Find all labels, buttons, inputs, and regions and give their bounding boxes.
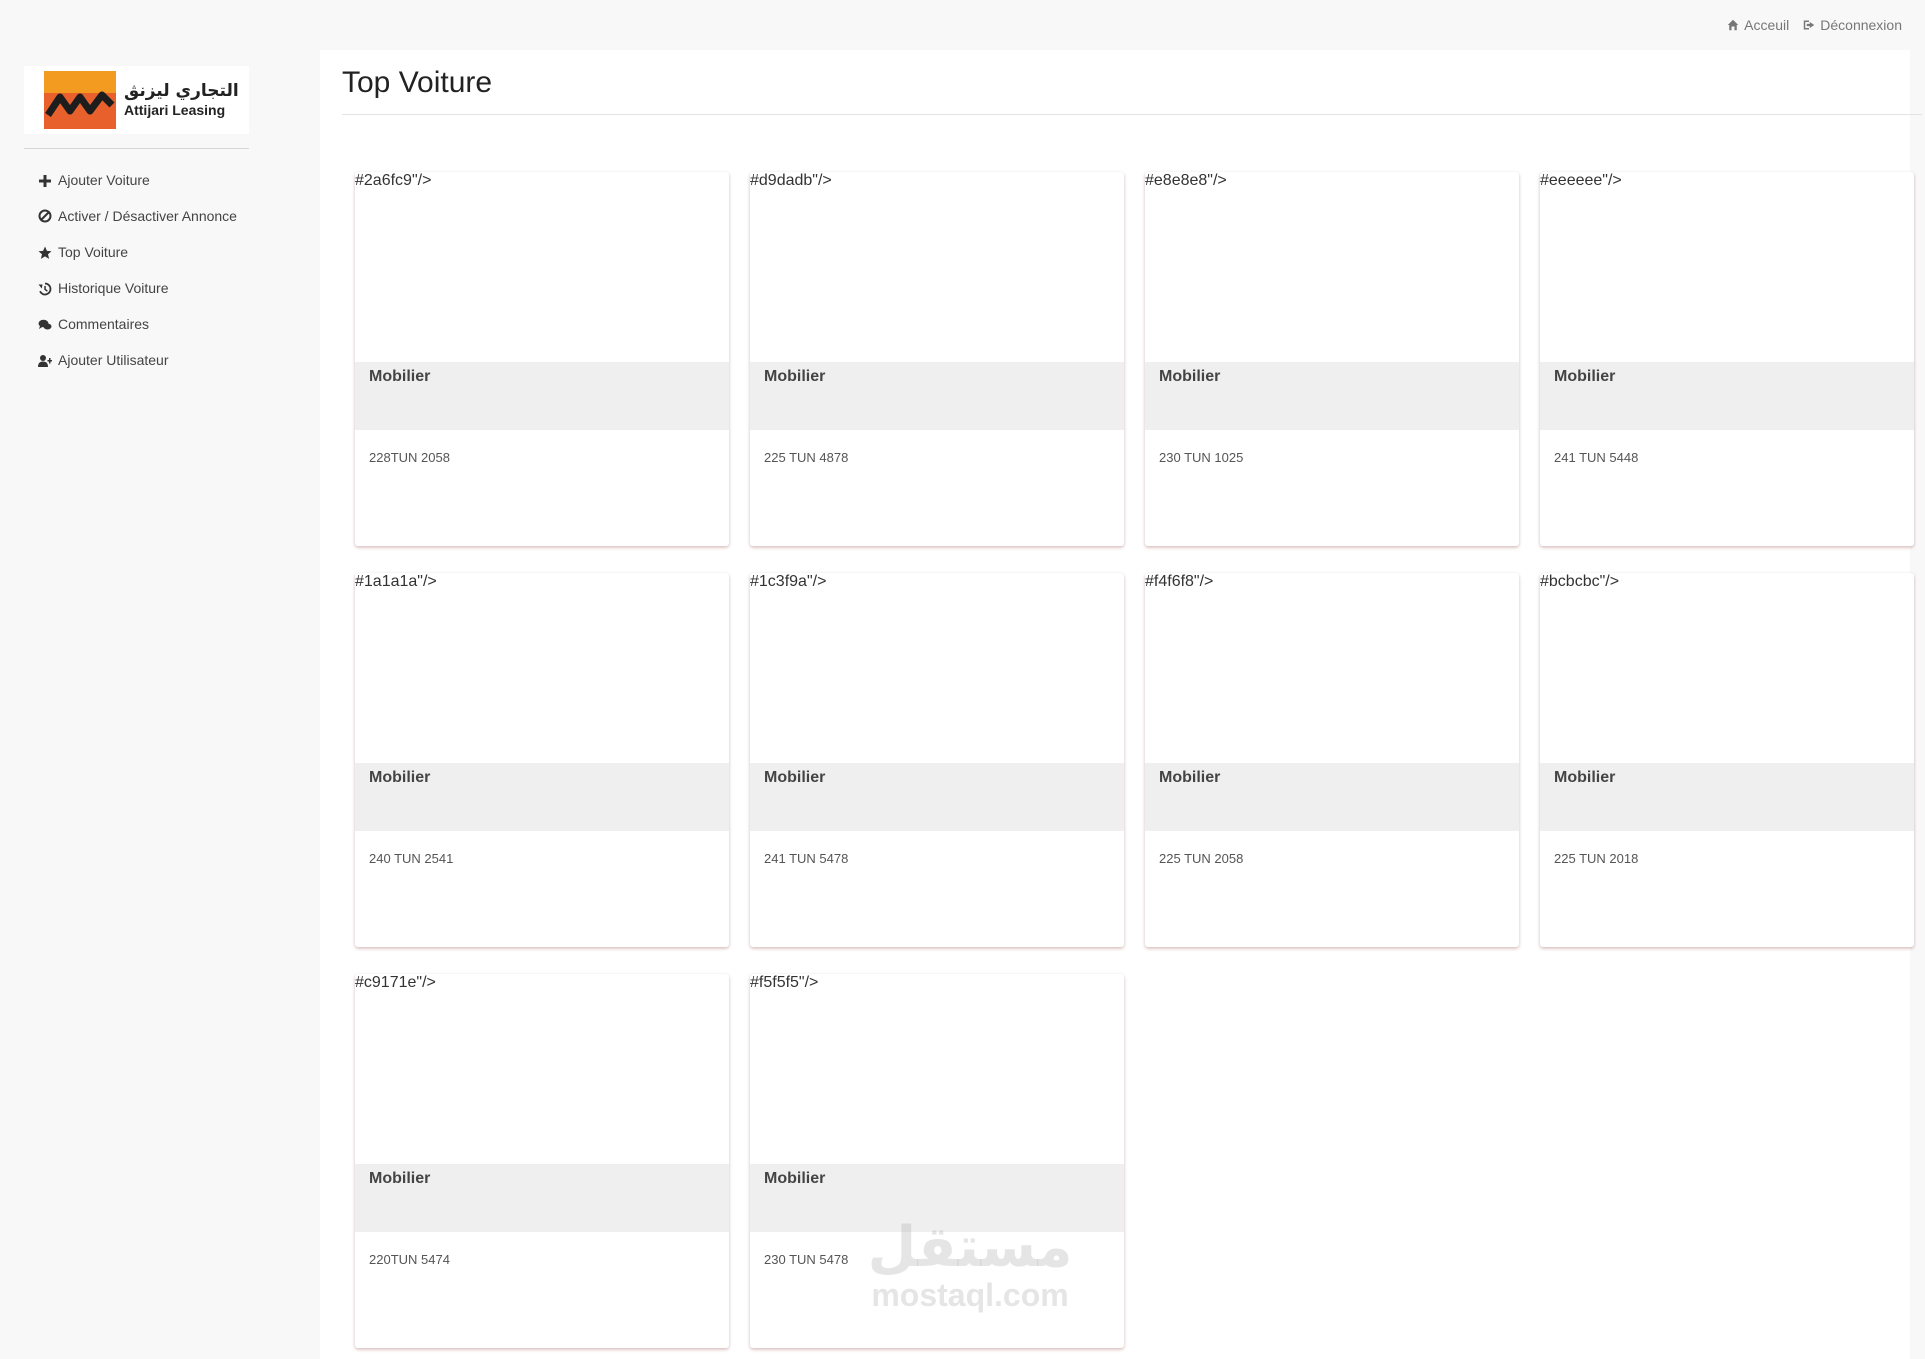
car-category: Mobilier <box>1145 763 1519 831</box>
car-category: Mobilier <box>750 1164 1124 1232</box>
home-icon <box>1727 19 1739 31</box>
home-link[interactable]: Acceuil <box>1727 17 1789 33</box>
car-plate: 230 TUN 5478 <box>764 1252 849 1267</box>
sign-out-icon <box>1804 20 1815 30</box>
car-plate: 230 TUN 1025 <box>1159 450 1244 465</box>
sidebar-item-label: Commentaires <box>58 316 150 332</box>
star-icon <box>38 245 52 259</box>
car-photo[interactable]: #e8e8e8"/> <box>1145 172 1519 362</box>
history-icon <box>38 281 52 296</box>
home-label: Acceuil <box>1744 17 1790 33</box>
car-photo[interactable]: #1a1a1a"/> <box>355 573 729 763</box>
logo-arabic-text: التجاري ليزنڨ <box>124 81 239 102</box>
car-card[interactable]: #eeeeee"/> Mobilier 241 TUN 5448 <box>1540 172 1914 546</box>
car-plate: 220TUN 5474 <box>369 1252 450 1267</box>
car-category: Mobilier <box>355 1164 729 1232</box>
car-grid: #2a6fc9"/> Mobilier 228TUN 2058 #d9dadb"/> M… <box>355 172 1914 1348</box>
top-navbar: Acceuil Déconnexion <box>0 0 1910 50</box>
car-photo[interactable]: #c9171e"/> <box>355 974 729 1164</box>
car-plate: 240 TUN 2541 <box>369 851 454 866</box>
logout-link[interactable]: Déconnexion <box>1803 17 1902 33</box>
car-category: Mobilier <box>750 362 1124 430</box>
sidebar-item-ajouter-voiture[interactable]: Ajouter Voiture <box>38 170 238 191</box>
car-plate: 228TUN 2058 <box>369 450 450 465</box>
car-photo[interactable]: #eeeeee"/> <box>1540 172 1914 362</box>
car-plate: 225 TUN 2058 <box>1159 851 1244 866</box>
sidebar-item-activer-desactiver[interactable]: Activer / Désactiver Annonce <box>38 206 238 227</box>
car-category: Mobilier <box>355 362 729 430</box>
car-plate: 241 TUN 5478 <box>764 851 849 866</box>
car-photo[interactable]: #f5f5f5"/> <box>750 974 1124 1164</box>
car-category: Mobilier <box>1540 362 1914 430</box>
sidebar-menu: Ajouter Voiture Activer / Désactiver Ann… <box>38 170 238 386</box>
car-category: Mobilier <box>750 763 1124 831</box>
sidebar-divider <box>24 148 249 149</box>
car-photo[interactable]: #1c3f9a"/> <box>750 573 1124 763</box>
company-logo[interactable]: التجاري ليزنڨ Attijari Leasing <box>24 66 249 134</box>
car-category: Mobilier <box>355 763 729 831</box>
car-card[interactable]: #2a6fc9"/> Mobilier 228TUN 2058 <box>355 172 729 546</box>
car-card[interactable]: #c9171e"/> Mobilier 220TUN 5474 <box>355 974 729 1348</box>
sidebar-item-label: Top Voiture <box>58 244 129 260</box>
title-divider <box>342 114 1922 115</box>
car-photo[interactable]: #2a6fc9"/> <box>355 172 729 362</box>
page-title: Top Voiture <box>342 66 493 99</box>
plus-icon <box>38 173 52 187</box>
sidebar: التجاري ليزنڨ Attijari Leasing Ajouter V… <box>0 50 318 1359</box>
car-plate: 225 TUN 4878 <box>764 450 849 465</box>
sidebar-item-label: Ajouter Voiture <box>58 172 150 188</box>
sidebar-item-historique-voiture[interactable]: Historique Voiture <box>38 278 238 299</box>
logout-label: Déconnexion <box>1820 17 1902 33</box>
logo-name: Attijari Leasing <box>124 101 226 118</box>
ban-icon <box>38 208 52 223</box>
car-photo[interactable]: #d9dadb"/> <box>750 172 1124 362</box>
car-card[interactable]: #1a1a1a"/> Mobilier 240 TUN 2541 <box>355 573 729 947</box>
sidebar-item-label: Historique Voiture <box>58 280 169 296</box>
comments-icon <box>38 317 52 331</box>
car-card[interactable]: #f5f5f5"/> Mobilier 230 TUN 5478 <box>750 974 1124 1348</box>
car-card[interactable]: #e8e8e8"/> Mobilier 230 TUN 1025 <box>1145 172 1519 546</box>
car-plate: 225 TUN 2018 <box>1554 851 1639 866</box>
car-card[interactable]: #f4f6f8"/> Mobilier 225 TUN 2058 <box>1145 573 1519 947</box>
car-photo[interactable]: #f4f6f8"/> <box>1145 573 1519 763</box>
car-card[interactable]: #bcbcbc"/> Mobilier 225 TUN 2018 <box>1540 573 1914 947</box>
attijari-logo-mark <box>44 71 116 129</box>
car-category: Mobilier <box>1145 362 1519 430</box>
main-content: Top Voiture #2a6fc9"/> Mobilier 228TUN 205… <box>320 50 1922 1359</box>
car-card[interactable]: #d9dadb"/> Mobilier 225 TUN 4878 <box>750 172 1124 546</box>
car-category: Mobilier <box>1540 763 1914 831</box>
sidebar-item-label: Activer / Désactiver Annonce <box>58 208 237 224</box>
user-plus-icon <box>38 353 52 367</box>
sidebar-item-commentaires[interactable]: Commentaires <box>38 314 238 335</box>
car-plate: 241 TUN 5448 <box>1554 450 1639 465</box>
car-photo[interactable]: #bcbcbc"/> <box>1540 573 1914 763</box>
sidebar-item-label: Ajouter Utilisateur <box>58 352 169 368</box>
sidebar-item-ajouter-utilisateur[interactable]: Ajouter Utilisateur <box>38 350 238 371</box>
sidebar-item-top-voiture[interactable]: Top Voiture <box>38 242 238 263</box>
car-card[interactable]: #1c3f9a"/> Mobilier 241 TUN 5478 <box>750 573 1124 947</box>
